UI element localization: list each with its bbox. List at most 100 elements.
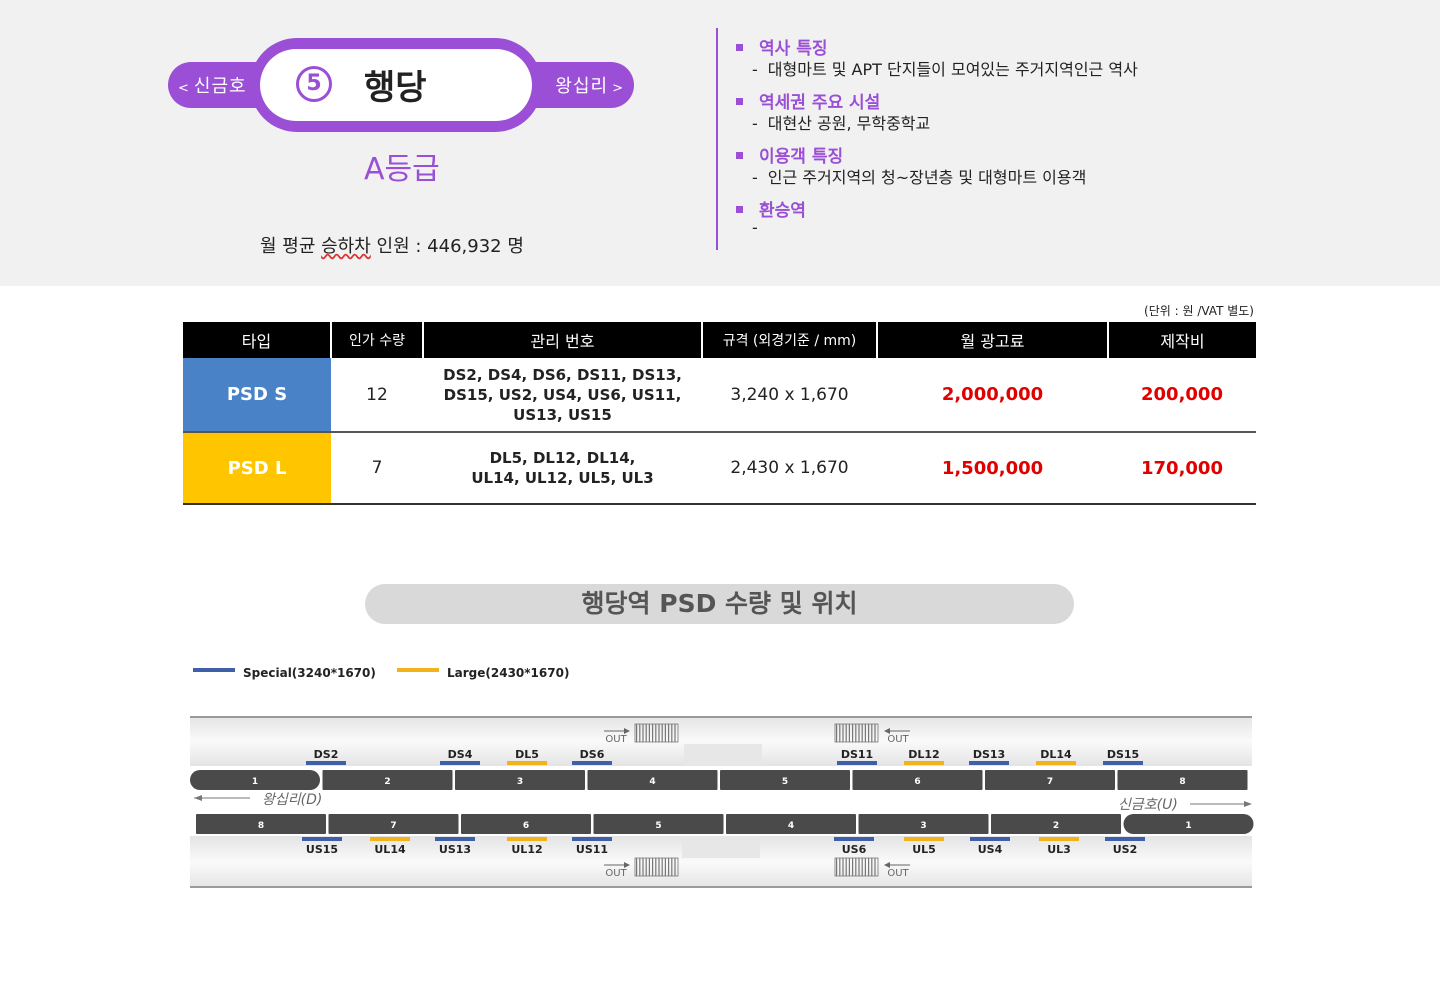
stair-line [664,858,666,876]
stair-line [864,858,866,876]
car-number: 4 [649,777,655,787]
col-header: 월 광고료 [876,322,1108,358]
table-header-row: 타입 인가 수량 관리 번호 규격 (외경기준 / mm) 월 광고료 제작비 [183,322,1256,358]
psd-marker [837,761,877,765]
psd-label: DS4 [448,748,473,761]
fee-cell: 2,000,000 [877,358,1108,433]
stair-line [652,724,654,742]
type-cell: PSD L [183,432,331,505]
size-cell: 2,430 x 1,670 [702,432,877,505]
car-number: 8 [258,821,264,831]
psd-label: DL5 [515,748,539,761]
stair-line [868,724,870,742]
col-header: 타입 [183,322,331,358]
square-bullet-icon [736,43,743,51]
psd-marker [969,761,1009,765]
car-number: 6 [523,821,529,831]
out-label: OUT [887,868,909,879]
divider [716,28,718,250]
codes-cell: DL5, DL12, DL14, UL14, UL12, UL5, UL3 [423,432,702,505]
fact-item: 역사 특징 - 대형마트 및 APT 단지들이 모여있는 주거지역인근 역사 [736,34,1416,79]
type-cell: PSD S [183,358,331,433]
stair-line [639,724,641,742]
psd-label: DS15 [1107,748,1139,761]
stair-line [845,858,847,876]
psd-label: US13 [439,843,471,856]
codes-cell: DS2, DS4, DS6, DS11, DS13, DS15, US2, US… [423,358,702,433]
stair-line [668,724,670,742]
psd-label: DS2 [314,748,339,761]
psd-label: US15 [306,843,338,856]
car-number: 7 [390,821,396,831]
stair-line [855,858,857,876]
lower-train: 8 7 6 5 4 3 2 1 [196,814,1254,834]
stair-line [645,858,647,876]
legend-large: Large(2430*1670) [397,666,569,680]
psd-label: DS6 [580,748,605,761]
legend-special: Special(3240*1670) [193,666,376,680]
car-number: 1 [1185,821,1191,831]
fact-item: 이용객 특징 - 인근 주거지역의 청~장년층 및 대형마트 이용객 [736,142,1416,187]
stair-line [661,858,663,876]
psd-marker [1105,837,1145,841]
stair-line [674,858,676,876]
stair-line [648,724,650,742]
psd-marker [572,837,612,841]
stair-line [855,724,857,742]
psd-marker [440,761,480,765]
ad-price-table: 타입 인가 수량 관리 번호 규격 (외경기준 / mm) 월 광고료 제작비 … [183,322,1256,505]
station-facts: 역사 특징 - 대형마트 및 APT 단지들이 모여있는 주거지역인근 역사 역세… [736,34,1416,250]
station-info-band: < 신금호 왕십리 > 5 행당 A등급 월 평균 승하차 인원 : 446,932… [0,0,1440,286]
car-number: 6 [914,777,920,787]
cost-cell: 170,000 [1108,432,1256,505]
out-label: OUT [887,734,909,745]
stair-line [861,724,863,742]
stair-line [858,858,860,876]
psd-label: UL12 [511,843,542,856]
stair-line [652,858,654,876]
col-header: 관리 번호 [422,322,702,358]
cost-cell: 200,000 [1108,358,1256,433]
stair-line [871,858,873,876]
stair-line [839,724,841,742]
psd-marker [904,837,944,841]
car-number: 3 [920,821,926,831]
station-grade: A등급 [364,152,440,187]
stair-line [655,724,657,742]
station-badge: < 신금호 왕십리 > 5 행당 [168,38,634,132]
psd-marker [970,837,1010,841]
stair-line [636,724,638,742]
table-row: PSD S 12 DS2, DS4, DS6, DS11, DS13, DS15… [183,358,1256,433]
car-number: 5 [655,821,661,831]
car-number: 4 [788,821,794,831]
psd-marker [1036,761,1076,765]
monthly-riders: 월 평균 승하차 인원 : 446,932 명 [260,236,524,257]
stair-line [642,724,644,742]
psd-label: UL5 [912,843,936,856]
stair-line [664,724,666,742]
stair-line [848,858,850,876]
stair-line [648,858,650,876]
next-station: 왕십리 > [555,76,624,97]
car-number: 3 [517,777,523,787]
psd-marker [834,837,874,841]
unit-note: (단위 : 원 /VAT 별도) [1144,304,1254,318]
chevron-left-icon: < [178,81,190,96]
stair-line [836,724,838,742]
stair-line [861,858,863,876]
out-label: OUT [605,868,627,879]
stair-line [639,858,641,876]
col-header: 인가 수량 [330,322,423,358]
direction-right: 신금호(U) [1118,797,1252,813]
prev-station: < 신금호 [178,76,247,97]
psd-marker [370,837,410,841]
psd-label: DS13 [973,748,1005,761]
car-number: 1 [252,777,258,787]
col-header: 제작비 [1107,322,1256,358]
square-bullet-icon [736,205,743,213]
legend-swatch [397,667,439,672]
direction-left: 왕십리(D) [194,792,322,808]
psd-marker [306,761,346,765]
size-cell: 3,240 x 1,670 [702,358,877,433]
psd-label: DS11 [841,748,873,761]
